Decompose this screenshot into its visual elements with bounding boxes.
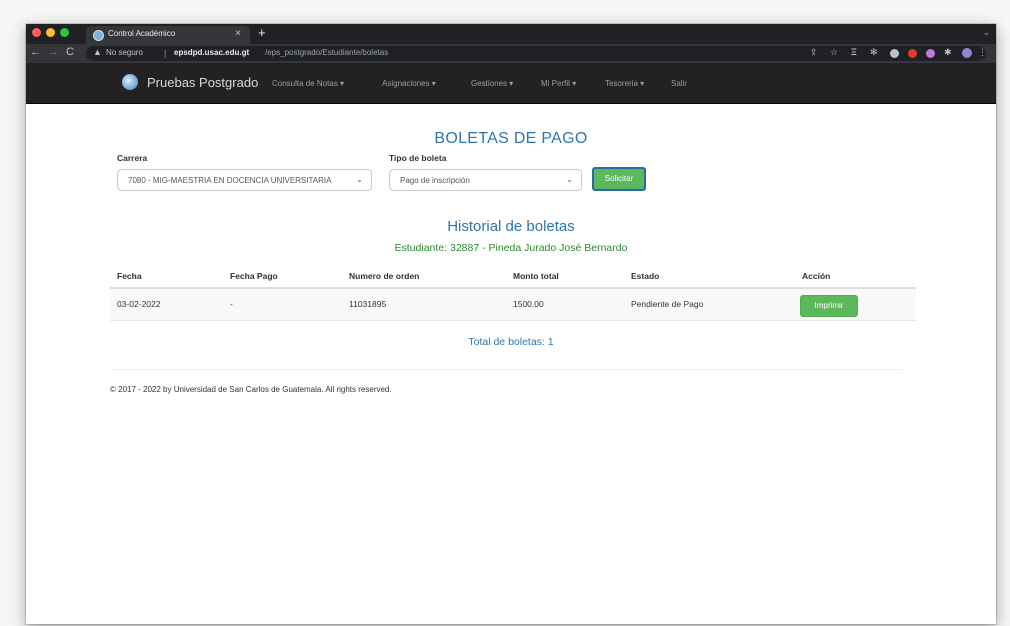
url-input[interactable]: ▲ No seguro | epsdpd.usac.edu.gt /eps_po…: [86, 46, 987, 61]
browser-tab[interactable]: Control Académico ×: [86, 26, 250, 44]
tipo-boleta-label: Tipo de boleta: [389, 153, 447, 163]
cell-numero-orden: 11031895: [349, 299, 387, 309]
boletas-table: Fecha Fecha Pago Numero de orden Monto t…: [110, 262, 916, 321]
share-icon[interactable]: ⇪: [810, 47, 818, 58]
tipo-boleta-select[interactable]: Pago de inscripción ⌄: [389, 169, 582, 191]
back-arrow-icon[interactable]: ←: [30, 46, 41, 58]
column-header-numero-orden: Numero de orden: [349, 271, 420, 281]
puzzle-icon[interactable]: ✱: [944, 47, 952, 58]
divider: |: [164, 48, 167, 58]
cell-monto-total: 1500.00: [513, 299, 544, 309]
footer-copyright: © 2017 - 2022 by Universidad de San Carl…: [110, 385, 392, 394]
nav-mi-perfil[interactable]: Mi Perfil ▾: [541, 79, 576, 88]
column-header-fecha: Fecha: [117, 271, 142, 281]
favicon-icon: [93, 30, 104, 41]
minimize-window-icon[interactable]: [46, 28, 55, 37]
nav-consulta-de-notas[interactable]: Consulta de Notas ▾: [272, 79, 344, 88]
historial-title: Historial de boletas: [447, 218, 575, 235]
tab-title: Control Académico: [108, 29, 176, 38]
nav-salir[interactable]: Salir: [671, 79, 687, 88]
maximize-window-icon[interactable]: [60, 28, 69, 37]
brand-link[interactable]: Pruebas Postgrado: [147, 75, 258, 90]
nav-gestiones[interactable]: Gestiones ▾: [471, 79, 513, 88]
nav-asignaciones[interactable]: Asignaciones ▾: [382, 79, 436, 88]
student-info: Estudiante: 32887 - Pineda Jurado José B…: [394, 242, 628, 254]
cell-fecha-pago: -: [230, 299, 233, 309]
extension-icon[interactable]: [890, 49, 899, 58]
url-path: /eps_postgrado/Estudiante/boletas: [265, 48, 389, 57]
warning-icon: ▲: [93, 47, 102, 57]
carrera-selected-value: 7080 - MIG-MAESTRIA EN DOCENCIA UNIVERSI…: [128, 176, 332, 185]
site-navbar: Pruebas Postgrado Consulta de Notas ▾ As…: [26, 63, 996, 104]
bookmark-star-icon[interactable]: ☆: [830, 47, 838, 58]
table-row: 03-02-2022 - 11031895 1500.00 Pendiente …: [110, 289, 916, 321]
chevron-down-icon: ⌄: [566, 175, 573, 184]
not-secure-label: No seguro: [106, 48, 143, 57]
solicitar-button[interactable]: Solicitar: [592, 167, 646, 191]
brand-logo-icon[interactable]: [122, 74, 138, 90]
forward-arrow-icon[interactable]: →: [48, 46, 59, 58]
cell-estado: Pendiente de Pago: [631, 299, 704, 309]
avatar[interactable]: [962, 48, 972, 58]
extension-icon[interactable]: Ξ: [851, 47, 857, 57]
imprimir-button[interactable]: Imprimir: [800, 295, 858, 317]
page-title: BOLETAS DE PAGO: [434, 130, 588, 147]
extension-icon[interactable]: [908, 49, 917, 58]
address-bar: ← → C ▲ No seguro | epsdpd.usac.edu.gt /…: [26, 44, 996, 63]
table-header-row: Fecha Fecha Pago Numero de orden Monto t…: [110, 262, 916, 289]
footer-divider: [110, 369, 902, 370]
tab-bar: Control Académico × + ⌄: [26, 24, 996, 44]
new-tab-button[interactable]: +: [258, 25, 266, 40]
column-header-monto-total: Monto total: [513, 271, 559, 281]
url-host: epsdpd.usac.edu.gt: [174, 48, 250, 57]
chevron-down-icon[interactable]: ⌄: [982, 27, 990, 38]
close-window-icon[interactable]: [32, 28, 41, 37]
nav-tesoreria[interactable]: Tesoreria ▾: [605, 79, 644, 88]
column-header-estado: Estado: [631, 271, 660, 281]
total-boletas: Total de boletas: 1: [468, 336, 554, 348]
cell-fecha: 03-02-2022: [117, 299, 161, 309]
column-header-fecha-pago: Fecha Pago: [230, 271, 278, 281]
tab-close-icon[interactable]: ×: [235, 28, 241, 39]
chevron-down-icon: ⌄: [356, 175, 363, 184]
reload-icon[interactable]: C: [66, 46, 74, 58]
column-header-accion: Acción: [802, 271, 831, 281]
carrera-select[interactable]: 7080 - MIG-MAESTRIA EN DOCENCIA UNIVERSI…: [117, 169, 372, 191]
extension-icon[interactable]: ✻: [870, 47, 878, 58]
extension-icon[interactable]: [926, 49, 935, 58]
carrera-label: Carrera: [117, 153, 148, 163]
tipo-boleta-selected-value: Pago de inscripción: [400, 176, 470, 185]
kebab-menu-icon[interactable]: ⋮: [978, 47, 987, 58]
browser-window: Control Académico × + ⌄ ← → C ▲ No segur…: [26, 24, 996, 624]
